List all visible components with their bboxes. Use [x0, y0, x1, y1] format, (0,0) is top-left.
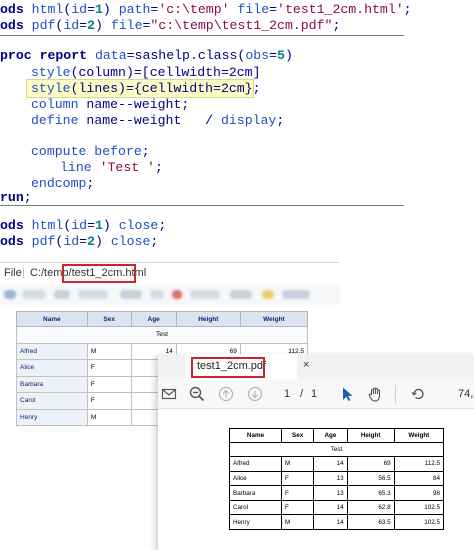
table-header-row: Name Sex Age Height Weight — [16, 311, 309, 327]
table-cell: 65.3 — [346, 485, 395, 501]
code-line-2: ods pdf(id=2) file="c:\temp\test1_2cm.pd… — [0, 18, 341, 33]
pdf-report-table: Name Sex Age Height Weight Test Alfred M 14 69 112… — [229, 428, 445, 531]
html-filename-highlight — [62, 264, 136, 283]
code-line-6: column name--weight; — [31, 97, 190, 112]
compute-line-text: Test — [229, 441, 444, 458]
step-separator — [0, 35, 404, 36]
prev-page-icon[interactable] — [218, 386, 234, 402]
table-cell: Henry — [229, 514, 282, 531]
pdf-toolbar: 1 / 1 74,8 — [158, 380, 474, 409]
table-cell: 112.5 — [393, 456, 445, 472]
code-line-1: ods html(id=1) path='c:\temp' file='test… — [0, 2, 412, 17]
table-cell: 14 — [313, 456, 348, 472]
code-line-7: define name--weight / display; — [31, 113, 285, 128]
table-cell: M — [86, 342, 132, 360]
table-cell: 102.5 — [393, 514, 445, 531]
code-line-10: endcomp; — [31, 176, 95, 191]
code-line-12: ods html(id=1) close; — [0, 218, 167, 233]
rotate-icon[interactable] — [410, 386, 426, 402]
table-cell: 13 — [313, 470, 348, 487]
toolbar-divider — [395, 385, 396, 403]
page-current[interactable]: 1 — [284, 388, 290, 400]
code-line-13: ods pdf(id=2) close; — [0, 234, 159, 249]
table-cell: M — [86, 408, 132, 426]
table-row: HenryM1463.5102.5 — [229, 514, 445, 531]
table-cell: 98 — [393, 485, 445, 501]
table-cell: Alfred — [229, 456, 282, 472]
code-line-5: style(lines)={cellwidth=2cm}; — [31, 81, 261, 96]
table-cell: Alice — [229, 470, 282, 487]
pdf-viewer-window: test1_2cm.pdf × 1 / 1 74,8 NameSexAgeHei… — [158, 354, 474, 550]
column-header: Weight — [239, 311, 309, 327]
table-cell: 13 — [313, 485, 348, 501]
address-bar[interactable]: File | C:/temp/test1_2cm.html — [0, 263, 340, 283]
code-line-3: proc report data=sashelp.class(obs=5) — [0, 48, 293, 63]
zoom-out-icon[interactable] — [189, 386, 205, 402]
code-line-4: style(column)=[cellwidth=2cm] — [31, 65, 261, 80]
table-cell: 63.5 — [346, 514, 395, 531]
close-icon[interactable]: × — [303, 359, 309, 371]
table-cell: F — [280, 470, 315, 487]
table-cell: 84 — [393, 470, 445, 487]
table-cell: M — [280, 514, 315, 531]
column-header: Sex — [86, 311, 132, 327]
table-cell: 62.8 — [346, 499, 395, 516]
table-cell: Henry — [16, 408, 88, 426]
table-cell: Carol — [229, 499, 282, 516]
next-page-icon[interactable] — [247, 386, 263, 402]
table-cell: F — [86, 392, 132, 410]
table-row: AliceF1356.584 — [229, 470, 445, 487]
column-header: Name — [229, 428, 282, 443]
blurred-toolbar — [0, 285, 340, 305]
table-cell: Alice — [16, 359, 88, 377]
table-cell: F — [86, 375, 132, 393]
mail-icon[interactable] — [161, 386, 177, 402]
page-total: 1 — [311, 388, 318, 400]
table-cell: F — [280, 485, 315, 501]
column-header: Name — [16, 311, 88, 327]
table-row: CarolF1462.8102.5 — [229, 499, 445, 516]
code-line-9: line 'Test '; — [60, 160, 163, 175]
column-header: Height — [175, 311, 241, 327]
table-cell: M — [280, 456, 315, 472]
table-cell: 14 — [313, 499, 348, 516]
table-cell: Barbara — [229, 485, 282, 501]
table-cell: Barbara — [16, 375, 88, 393]
table-header-row: Name Sex Age Height Weight — [229, 428, 445, 443]
column-header: Age — [313, 428, 348, 443]
compute-line-text: Test — [16, 326, 308, 344]
code-editor[interactable]: ods html(id=1) path='c:\temp' file='test… — [0, 0, 474, 260]
table-row: Alfred M 14 69 112.5 — [229, 456, 445, 472]
column-header: Height — [346, 428, 395, 443]
table-cell: F — [280, 499, 315, 516]
table-cell: Carol — [16, 392, 88, 410]
pdf-tab-bar: test1_2cm.pdf × — [158, 354, 474, 380]
file-label: File — [4, 267, 22, 279]
select-cursor-icon[interactable] — [339, 386, 355, 402]
compute-line-row: Test — [229, 441, 444, 458]
table-cell: 102.5 — [393, 499, 445, 516]
code-line-8: compute before; — [31, 144, 150, 159]
address-divider: | — [22, 267, 25, 279]
compute-line-row: Test — [16, 326, 308, 344]
table-cell: F — [86, 359, 132, 377]
page-separator: / — [300, 388, 304, 400]
code-line-11: run; — [0, 190, 32, 205]
table-cell: Alfred — [16, 342, 88, 360]
column-header: Sex — [280, 428, 315, 443]
zoom-level[interactable]: 74,8 — [458, 388, 474, 400]
column-header: Age — [130, 311, 177, 327]
step-separator — [0, 205, 404, 206]
column-header: Weight — [393, 428, 445, 443]
hand-tool-icon[interactable] — [367, 386, 383, 402]
pdf-filename-highlight — [191, 357, 265, 378]
table-row: BarbaraF1365.398 — [229, 485, 445, 501]
table-cell: 56.5 — [346, 470, 395, 487]
table-cell: 14 — [313, 514, 348, 531]
pdf-page: Name Sex Age Height Weight Test Alfred M 14 69 112… — [158, 409, 474, 550]
table-cell: 69 — [346, 456, 395, 472]
